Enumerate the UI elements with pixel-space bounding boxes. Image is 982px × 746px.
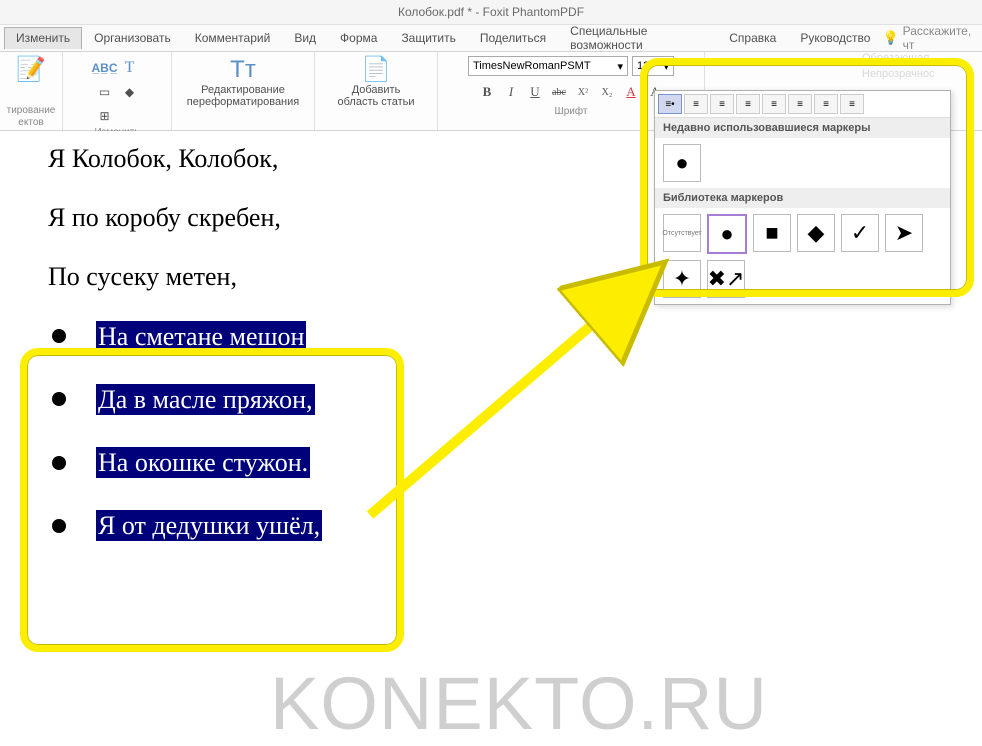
indent-inc-button[interactable]: ≡ (814, 94, 838, 114)
menu-share[interactable]: Поделиться (468, 27, 558, 49)
menu-help[interactable]: Справка (717, 27, 788, 49)
marker-check[interactable]: ✓ (841, 214, 879, 252)
reflow-icon: Tᴛ (230, 56, 256, 84)
menu-form[interactable]: Форма (328, 27, 389, 49)
marker-arrow[interactable]: ➤ (885, 214, 923, 252)
bullet-dot-icon (52, 392, 66, 406)
align-justify-button[interactable]: ≡ (762, 94, 786, 114)
italic-button[interactable]: I (500, 82, 522, 102)
marker-sparkle[interactable]: ✦ (663, 260, 701, 298)
font-family-select[interactable]: TimesNewRomanPSMT ▾ (468, 56, 628, 76)
font-size-value: 12 (637, 60, 649, 72)
font-color-button[interactable]: A (620, 82, 642, 102)
document-content[interactable]: Я Колобок, Колобок, Я по коробу скребен,… (48, 143, 322, 573)
add-article-label: Добавить область статьи (338, 84, 415, 108)
indent-dec-button[interactable]: ≡ (788, 94, 812, 114)
menu-accessibility[interactable]: Специальные возможности (558, 20, 717, 56)
edit-objects-button[interactable]: 📝 (0, 54, 65, 86)
menu-edit[interactable]: Изменить (4, 27, 82, 49)
bullet-dot-icon (52, 519, 66, 533)
strike-button[interactable]: abc (548, 82, 570, 102)
menu-bar: Изменить Организовать Комментарий Вид Фо… (0, 25, 982, 52)
subscript-button[interactable]: X₂ (596, 82, 618, 102)
marker-disc[interactable]: ● (707, 214, 747, 254)
menu-view[interactable]: Вид (282, 27, 328, 49)
marker-square[interactable]: ■ (753, 214, 791, 252)
bullet-item[interactable]: Да в масле пряжон, (48, 384, 322, 415)
doc-line-2[interactable]: Я по коробу скребен, (48, 202, 322, 233)
align-center-button[interactable]: ≡ (710, 94, 734, 114)
font-group-label: Шрифт (555, 106, 588, 119)
paragraph-align-row: ≡• ≡ ≡ ≡ ≡ ≡ ≡ ≡ (655, 91, 950, 118)
font-size-select[interactable]: 12 ▾ (632, 56, 674, 76)
bold-button[interactable]: B (476, 82, 498, 102)
link-button[interactable]: ⊞ (94, 105, 116, 127)
window-title: Колобок.pdf * - Foxit PhantomPDF (398, 5, 584, 19)
reflow-edit-button[interactable]: Tᴛ Редактирование переформатирования (183, 54, 303, 110)
bullet-item[interactable]: На окошке стужон. (48, 447, 322, 478)
shape-tool-button[interactable]: ◆ (119, 81, 141, 103)
bullet-item[interactable]: На сметане мешон (48, 321, 322, 352)
bullet-text[interactable]: На сметане мешон (96, 321, 306, 352)
lightbulb-icon: 💡 (882, 30, 898, 46)
doc-line-1[interactable]: Я Колобок, Колобок, (48, 143, 322, 174)
menu-protect[interactable]: Защитить (389, 27, 467, 49)
tell-me[interactable]: 💡 Расскажите, чт (882, 24, 978, 52)
group1-label: тирование ектов (7, 105, 56, 130)
chevron-down-icon: ▾ (617, 60, 623, 73)
chevron-down-icon: ▾ (663, 60, 669, 73)
marker-diamond[interactable]: ◆ (797, 214, 835, 252)
menu-guide[interactable]: Руководство (788, 27, 882, 49)
bullet-text[interactable]: Да в масле пряжон, (96, 384, 315, 415)
underline-button[interactable]: U (524, 82, 546, 102)
menu-organize[interactable]: Организовать (82, 27, 183, 49)
recent-markers-header: Недавно использовавшиеся маркеры (655, 118, 950, 138)
bullet-item[interactable]: Я от дедушки ушёл, (48, 510, 322, 541)
align-left-button[interactable]: ≡ (684, 94, 708, 114)
marker-crossed-arrow[interactable]: ✖︎↗ (707, 260, 745, 298)
edit-objects-icon: 📝 (16, 56, 46, 84)
doc-line-3[interactable]: По сусеку метен, (48, 261, 322, 292)
bullet-dot-icon (52, 456, 66, 470)
line-spacing-button[interactable]: ≡ (840, 94, 864, 114)
bullet-dot-icon (52, 329, 66, 343)
bullet-text[interactable]: На окошке стужон. (96, 447, 310, 478)
watermark: KONEKTO.RU (270, 661, 768, 746)
article-icon: 📄 (361, 56, 391, 84)
add-article-button[interactable]: 📄 Добавить область статьи (334, 54, 419, 110)
icon-a[interactable]: A̲B̲C̲ (94, 57, 116, 79)
superscript-button[interactable]: X² (572, 82, 594, 102)
title-bar: Колобок.pdf * - Foxit PhantomPDF (0, 0, 982, 25)
reflow-label: Редактирование переформатирования (187, 84, 299, 108)
bullet-list-button[interactable]: ≡• (658, 94, 682, 114)
marker-recent-disc[interactable]: ● (663, 144, 701, 182)
text-tool-button[interactable]: T (119, 57, 141, 79)
align-right-button[interactable]: ≡ (736, 94, 760, 114)
marker-none[interactable]: Отсутствует (663, 214, 701, 252)
font-name-value: TimesNewRomanPSMT (473, 60, 591, 72)
marker-library-header: Библиотека маркеров (655, 188, 950, 208)
tell-me-label: Расскажите, чт (903, 24, 974, 52)
bullet-text[interactable]: Я от дедушки ушёл, (96, 510, 322, 541)
image-tool-button[interactable]: ▭ (94, 81, 116, 103)
menu-comment[interactable]: Комментарий (183, 27, 283, 49)
bullet-list[interactable]: На сметане мешон Да в масле пряжон, На о… (48, 321, 322, 542)
bullet-library-popup[interactable]: ≡• ≡ ≡ ≡ ≡ ≡ ≡ ≡ Недавно использовавшиес… (654, 90, 951, 305)
